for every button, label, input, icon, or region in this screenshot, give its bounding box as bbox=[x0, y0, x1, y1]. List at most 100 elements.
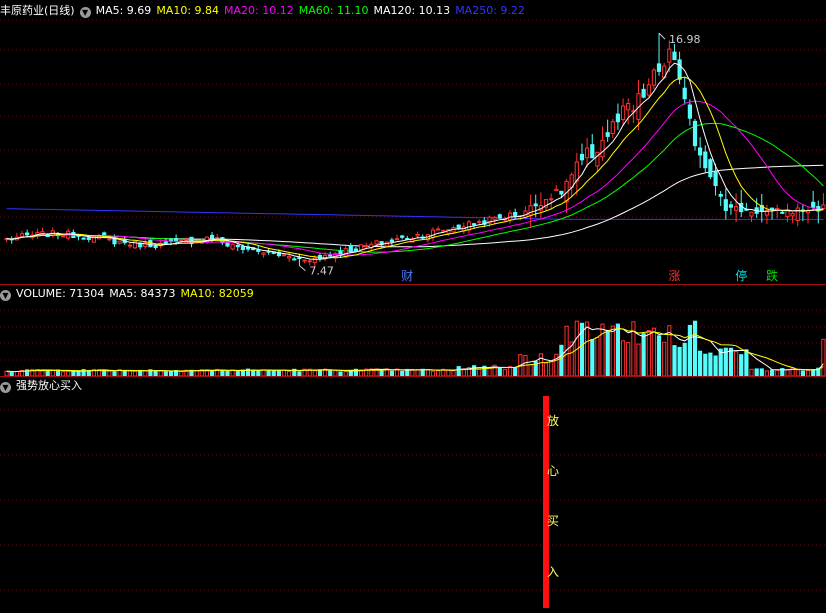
volume-bar bbox=[749, 368, 754, 377]
volume-bar bbox=[610, 325, 615, 377]
candle-body bbox=[621, 105, 626, 120]
buy-signal-char: 放 bbox=[547, 413, 559, 428]
volume-bar bbox=[543, 362, 549, 377]
volume-bar bbox=[477, 368, 482, 377]
candle-body bbox=[605, 132, 610, 137]
volume-bar bbox=[682, 342, 687, 377]
volume-panel-header: ▼ VOLUME: 71304 MA5: 84373 MA10: 82059 bbox=[0, 286, 264, 302]
volume-bar bbox=[590, 339, 595, 377]
candle-body bbox=[508, 212, 513, 221]
price-volume-divider bbox=[0, 284, 826, 285]
candle-body bbox=[574, 161, 579, 182]
candle-body bbox=[559, 190, 564, 195]
buy-signal-char: 心 bbox=[547, 464, 559, 478]
volume-bar bbox=[651, 327, 656, 377]
candle-body bbox=[646, 84, 651, 96]
volume-bar bbox=[692, 320, 698, 377]
candle-body bbox=[148, 239, 153, 248]
ma-legend-item: MA120: 10.13 bbox=[373, 4, 451, 17]
candle-body bbox=[713, 171, 718, 187]
ma-legend: MA5: 9.69 MA10: 9.84 MA20: 10.12 MA60: 11.1… bbox=[96, 4, 530, 17]
candle-body bbox=[348, 245, 353, 253]
candle-body bbox=[692, 120, 698, 147]
volume-bar bbox=[497, 367, 502, 377]
candle-body bbox=[615, 113, 620, 123]
high-price-label: 16.98 bbox=[669, 33, 701, 46]
event-marker: 财 bbox=[401, 269, 413, 283]
candle-body bbox=[210, 234, 215, 239]
volume-bar bbox=[538, 353, 543, 377]
ma-legend-item: MA20: 10.12 bbox=[224, 4, 294, 17]
candle-body bbox=[549, 198, 554, 201]
candle-body bbox=[466, 221, 472, 231]
candle-body bbox=[163, 241, 168, 244]
volume-bar bbox=[744, 349, 749, 377]
price-panel-header: 丰原药业(日线) ▼ MA5: 9.69 MA10: 9.84 MA20: 10.12 M… bbox=[0, 3, 535, 19]
volume-bar bbox=[703, 353, 708, 377]
chevron-down-icon[interactable]: ▼ bbox=[0, 290, 11, 301]
candle-body bbox=[307, 260, 312, 263]
volume-bar bbox=[502, 368, 507, 377]
candle-body bbox=[441, 229, 446, 232]
volume-bar bbox=[549, 360, 554, 377]
indicator-panel-header: ▼ 强势放心买入 bbox=[0, 378, 87, 394]
candle-body bbox=[626, 103, 631, 111]
event-marker: 跌 bbox=[766, 268, 778, 283]
candle-body bbox=[153, 245, 158, 248]
chevron-down-icon[interactable]: ▼ bbox=[79, 7, 91, 18]
volume-bar bbox=[687, 324, 692, 377]
volume-bar bbox=[728, 347, 734, 377]
candle-body bbox=[436, 228, 441, 231]
candle-body bbox=[261, 252, 266, 255]
candle-body bbox=[86, 237, 91, 240]
candle-body bbox=[821, 204, 826, 209]
volume-indicator-divider bbox=[0, 376, 826, 377]
volume-bar bbox=[615, 323, 620, 377]
stock-chart-svg[interactable]: 16.98 7.47 财 涨 停 跌放心买入 bbox=[0, 0, 826, 613]
candle-body bbox=[795, 207, 800, 221]
volume-bar bbox=[672, 345, 677, 377]
candle-body bbox=[790, 213, 795, 217]
volume-bar bbox=[513, 367, 518, 377]
candle-body bbox=[749, 211, 754, 217]
volume-bar bbox=[759, 368, 764, 377]
candle-body bbox=[353, 248, 358, 252]
candle-body bbox=[477, 220, 482, 223]
candle-body bbox=[718, 194, 723, 197]
candle-body bbox=[708, 159, 713, 178]
volume-bar bbox=[662, 341, 667, 377]
candle-body bbox=[297, 257, 302, 260]
volume-bar bbox=[636, 343, 641, 377]
candle-body bbox=[19, 233, 25, 238]
candle-body bbox=[81, 237, 86, 240]
candle-body bbox=[389, 239, 394, 243]
ma10-line bbox=[6, 76, 824, 259]
candle-body bbox=[698, 147, 703, 156]
candle-body bbox=[492, 216, 497, 220]
volume-bar bbox=[605, 329, 610, 377]
candle-body bbox=[656, 63, 662, 72]
candle-body bbox=[734, 206, 739, 211]
candle-body bbox=[61, 235, 66, 238]
buy-signal-char: 入 bbox=[547, 565, 559, 579]
candle-body bbox=[811, 201, 816, 208]
low-price-label: 7.47 bbox=[309, 265, 334, 278]
candle-body bbox=[595, 151, 600, 167]
candle-body bbox=[359, 244, 364, 251]
volume-bar bbox=[559, 344, 564, 377]
volume-bar bbox=[631, 321, 636, 377]
volume-legend-item: MA10: 82059 bbox=[180, 287, 254, 300]
volume-legend-item: VOLUME: 71304 bbox=[16, 287, 105, 300]
candle-body bbox=[585, 147, 590, 159]
candle-body bbox=[533, 203, 538, 207]
volume-bar bbox=[698, 350, 703, 377]
candle-body bbox=[400, 235, 405, 238]
ma-legend-item: MA60: 11.10 bbox=[298, 4, 369, 17]
candle-body bbox=[302, 259, 307, 262]
chevron-down-icon[interactable]: ▼ bbox=[0, 382, 11, 393]
volume-bar bbox=[821, 338, 826, 377]
candle-body bbox=[780, 211, 785, 214]
candle-body bbox=[25, 232, 30, 236]
low-marker-arrow bbox=[299, 265, 306, 272]
candle-body bbox=[677, 59, 682, 80]
